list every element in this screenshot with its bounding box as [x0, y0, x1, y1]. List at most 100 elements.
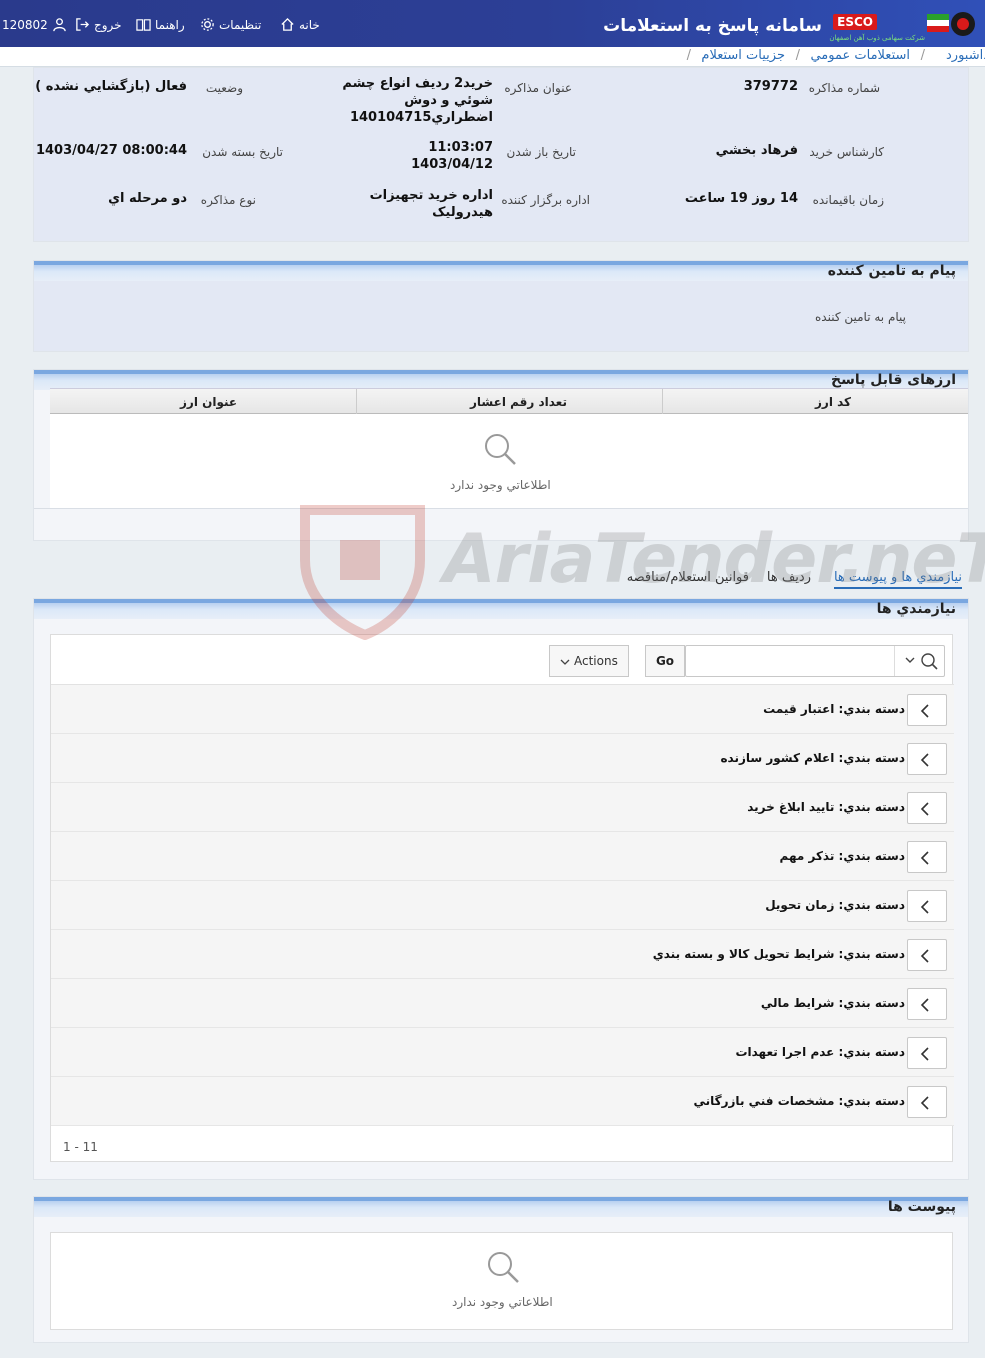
- expand-group-button[interactable]: [907, 1086, 947, 1118]
- column-decimal-digits[interactable]: تعداد رقم اعشار: [470, 395, 567, 409]
- breadcrumb-inquiry-details[interactable]: جزييات استعلام: [701, 48, 785, 63]
- open-date-value: 11:03:07 1403/04/12: [411, 140, 493, 172]
- group-row[interactable]: دسته بندي: اعلام کشور سازنده: [51, 734, 954, 783]
- supplier-message-body: پيام به تامين کننده: [815, 310, 906, 324]
- book-icon: [136, 19, 151, 31]
- group-row[interactable]: دسته بندي: تاييد ابلاغ خريد: [51, 783, 954, 832]
- chevron-left-icon: [920, 1047, 929, 1061]
- panel-header: [34, 1197, 968, 1217]
- buyer-label: کارشناس خريد: [809, 145, 884, 159]
- nav-home-label: خانه: [299, 17, 320, 32]
- report-toolbar: Go Actions: [51, 635, 954, 685]
- actions-button[interactable]: Actions: [549, 645, 629, 677]
- user-id: 120802: [2, 17, 48, 32]
- remaining-time-value: 14 روز 19 ساعت: [684, 191, 798, 206]
- group-label: دسته بندي: شرايط مالي: [760, 996, 905, 1010]
- group-label: دسته بندي: عدم اجرا تعهدات: [735, 1045, 905, 1059]
- supplier-message-title: پيام به تامين کننده: [827, 263, 956, 279]
- expand-group-button[interactable]: [907, 743, 947, 775]
- group-label: دسته بندي: اعتبار قيمت: [763, 702, 905, 716]
- chevron-left-icon: [920, 704, 929, 718]
- breadcrumb-separator: /: [795, 48, 800, 63]
- chevron-left-icon: [920, 998, 929, 1012]
- esco-badge: ESCO: [833, 14, 877, 30]
- search-icon: [485, 434, 516, 465]
- nav-home[interactable]: خانه: [280, 17, 320, 32]
- expand-group-button[interactable]: [907, 694, 947, 726]
- nav-user[interactable]: 120802: [2, 17, 67, 32]
- breadcrumb-public-inquiries[interactable]: استعلامات عمومي: [810, 48, 910, 63]
- attachments-list: اطلاعاتي وجود ندارد: [50, 1232, 953, 1330]
- expand-group-button[interactable]: [907, 890, 947, 922]
- tab-items[interactable]: رديف ها: [767, 570, 811, 585]
- negotiation-type-value: دو مرحله اي: [108, 191, 187, 206]
- nav-settings-label: تنظيمات: [219, 17, 262, 32]
- search-icon: [905, 653, 938, 670]
- group-row[interactable]: دسته بندي: مشخصات فني بازرگاني: [51, 1077, 954, 1126]
- tab-requirements-attachments[interactable]: نيازمندي ها و پيوست ها: [833, 570, 962, 589]
- attachments-empty-text: اطلاعاتي وجود ندارد: [452, 1295, 553, 1309]
- currency-title: ارزهای قابل پاسخ: [830, 372, 956, 388]
- group-label: دسته بندي: اعلام کشور سازنده: [720, 751, 905, 765]
- tab-inquiry-rules[interactable]: قوانين استعلام/مناقصه: [627, 570, 749, 585]
- breadcrumb-separator: /: [686, 48, 691, 63]
- negotiation-title-value: خريد2 رديف انواع چشم شوئي و دوش اضطراري1…: [342, 76, 493, 125]
- expand-group-button[interactable]: [907, 1037, 947, 1069]
- nav-help-label: راهنما: [155, 17, 185, 32]
- gear-icon: [201, 18, 214, 31]
- expand-group-button[interactable]: [907, 988, 947, 1020]
- attachments-title: پيوست ها: [887, 1199, 956, 1215]
- negotiation-number-label: شماره مذاکره: [808, 81, 880, 95]
- currency-empty-text: اطلاعاتي وجود ندارد: [450, 478, 551, 492]
- column-currency-code[interactable]: کد ارز: [815, 395, 851, 409]
- go-button[interactable]: Go: [645, 645, 685, 677]
- company-logo: [927, 6, 975, 42]
- breadcrumb-dashboard[interactable]: داشبورد: [946, 48, 985, 63]
- chevron-left-icon: [920, 1096, 929, 1110]
- pagination-info: 1 - 11: [63, 1140, 98, 1154]
- requirements-title: نيازمندي ها: [876, 601, 956, 617]
- top-nav: خانه تنظيمات راهنما خروج 120802: [0, 17, 325, 37]
- currency-table-header: کد ارز تعداد رقم اعشار عنوان ارز: [50, 389, 968, 414]
- group-label: دسته بندي: شرايط تحويل کالا و بسته بندي: [652, 947, 905, 961]
- chevron-left-icon: [920, 802, 929, 816]
- requirements-panel: نيازمندي ها Go Actions دسته بندي: اعتبار…: [33, 598, 969, 1180]
- status-label: وضعيت: [205, 81, 243, 95]
- nav-settings[interactable]: تنظيمات: [200, 17, 261, 32]
- buyer-value: فرهاد بخشي: [715, 143, 798, 158]
- search-field[interactable]: [685, 645, 945, 677]
- negotiation-type-label: نوع مذاکره: [200, 193, 256, 207]
- group-label: دسته بندي: تاييد ابلاغ خريد: [747, 800, 905, 814]
- negotiation-title-label: عنوان مذاکره: [504, 81, 572, 95]
- app-title: سامانه پاسخ به استعلامات: [603, 16, 822, 36]
- group-label: دسته بندي: زمان تحويل: [765, 898, 905, 912]
- group-row[interactable]: دسته بندي: شرايط مالي: [51, 979, 954, 1028]
- organizer-dept-value: اداره خريد تجهيزات هيدروليک: [369, 188, 493, 220]
- negotiation-number-value: 379772: [743, 79, 798, 94]
- group-label: دسته بندي: تذکر مهم: [779, 849, 905, 863]
- column-currency-title[interactable]: عنوان ارز: [180, 395, 237, 409]
- group-row[interactable]: دسته بندي: اعتبار قيمت: [51, 685, 954, 734]
- search-column-selector[interactable]: [894, 646, 944, 676]
- nav-logout-label: خروج: [94, 17, 122, 32]
- organizer-dept-label: اداره برگزار کننده: [501, 193, 590, 207]
- search-input[interactable]: [686, 646, 894, 676]
- actions-label: Actions: [573, 654, 618, 668]
- currency-panel: ارزهای قابل پاسخ کد ارز تعداد رقم اعشار …: [33, 369, 969, 541]
- requirements-report: Go Actions دسته بندي: اعتبار قيمت دسته ب…: [50, 634, 954, 1162]
- home-icon: [281, 17, 294, 31]
- expand-group-button[interactable]: [907, 841, 947, 873]
- chevron-left-icon: [920, 900, 929, 914]
- detail-tabs: نيازمندي ها و پيوست ها رديف ها قوانين اس…: [600, 558, 969, 594]
- close-date-value: 1403/04/27 08:00:44: [35, 143, 187, 158]
- group-row[interactable]: دسته بندي: شرايط تحويل کالا و بسته بندي: [51, 930, 954, 979]
- group-row[interactable]: دسته بندي: زمان تحويل: [51, 881, 954, 930]
- group-row[interactable]: دسته بندي: عدم اجرا تعهدات: [51, 1028, 954, 1077]
- nav-logout[interactable]: خروج: [75, 17, 122, 32]
- group-row[interactable]: دسته بندي: تذکر مهم: [51, 832, 954, 881]
- logout-icon: [76, 18, 90, 31]
- expand-group-button[interactable]: [907, 792, 947, 824]
- user-icon: [53, 18, 66, 32]
- expand-group-button[interactable]: [907, 939, 947, 971]
- nav-help[interactable]: راهنما: [136, 17, 185, 32]
